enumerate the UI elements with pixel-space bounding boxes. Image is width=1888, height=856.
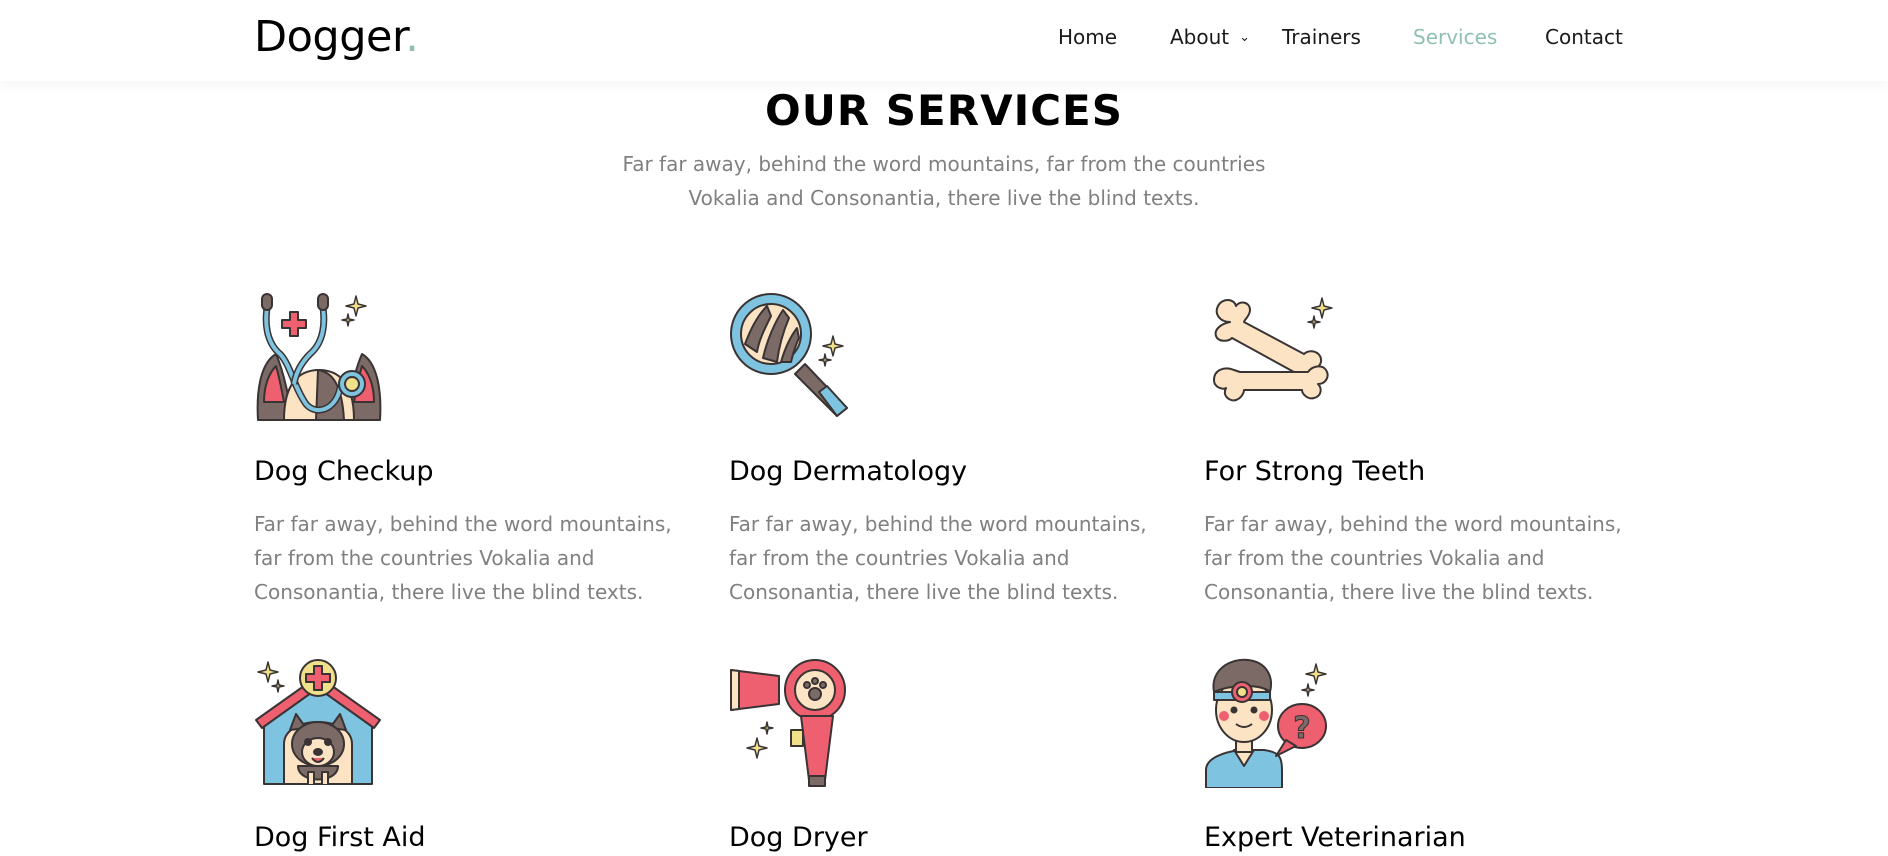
service-title: Dog Dermatology bbox=[729, 456, 968, 487]
section-title: OUR SERVICES bbox=[765, 86, 1123, 135]
service-dog-checkup: Dog Checkup Far far away, behind the wor… bbox=[254, 292, 694, 609]
service-dog-first-aid: Dog First Aid bbox=[254, 658, 694, 856]
nav-home[interactable]: Home bbox=[1058, 25, 1117, 49]
service-title: Expert Veterinarian bbox=[1204, 822, 1466, 853]
services-header: OUR SERVICES Far far away, behind the wo… bbox=[0, 86, 1888, 215]
veterinarian-icon: ? bbox=[1205, 658, 1327, 789]
navbar: Dogger. Home About ⌄ Trainers Services Co… bbox=[0, 0, 1888, 81]
nav-about[interactable]: About ⌄ bbox=[1170, 25, 1250, 49]
service-title: Dog First Aid bbox=[254, 822, 426, 853]
main-nav: Home About ⌄ Trainers Services Contact bbox=[0, 25, 1888, 55]
service-description: Far far away, behind the word mountains,… bbox=[729, 512, 1147, 604]
chevron-down-icon: ⌄ bbox=[1239, 30, 1251, 45]
nav-trainers[interactable]: Trainers bbox=[1282, 25, 1361, 49]
service-expert-veterinarian: ? Expert Veterinarian bbox=[1204, 658, 1644, 856]
service-title: Dog Checkup bbox=[254, 456, 434, 487]
service-dog-dermatology: Dog Dermatology Far far away, behind the… bbox=[729, 292, 1169, 609]
service-dog-dryer: Dog Dryer bbox=[729, 658, 1169, 856]
nav-services[interactable]: Services bbox=[1413, 25, 1497, 49]
nav-about-label: About bbox=[1170, 25, 1230, 49]
svg-text:?: ? bbox=[1293, 711, 1310, 746]
magnifier-fur-icon bbox=[730, 293, 848, 417]
service-description: Far far away, behind the word mountains,… bbox=[1204, 512, 1622, 604]
section-subtitle: Far far away, behind the word mountains,… bbox=[622, 152, 1266, 210]
service-title: For Strong Teeth bbox=[1204, 456, 1426, 487]
bones-icon bbox=[1213, 297, 1333, 402]
hair-dryer-icon bbox=[730, 659, 846, 787]
service-strong-teeth: For Strong Teeth Far far away, behind th… bbox=[1204, 292, 1644, 609]
service-description: Far far away, behind the word mountains,… bbox=[254, 512, 672, 604]
doghouse-first-aid-icon bbox=[255, 659, 381, 785]
stethoscope-dog-icon bbox=[256, 293, 382, 421]
service-title: Dog Dryer bbox=[729, 822, 868, 853]
nav-contact[interactable]: Contact bbox=[1545, 25, 1623, 49]
